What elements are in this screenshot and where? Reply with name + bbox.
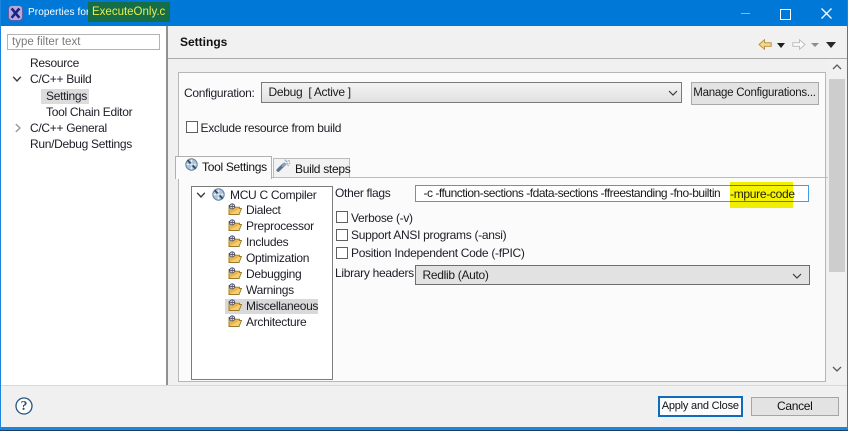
svg-text:?: ?: [21, 398, 28, 413]
